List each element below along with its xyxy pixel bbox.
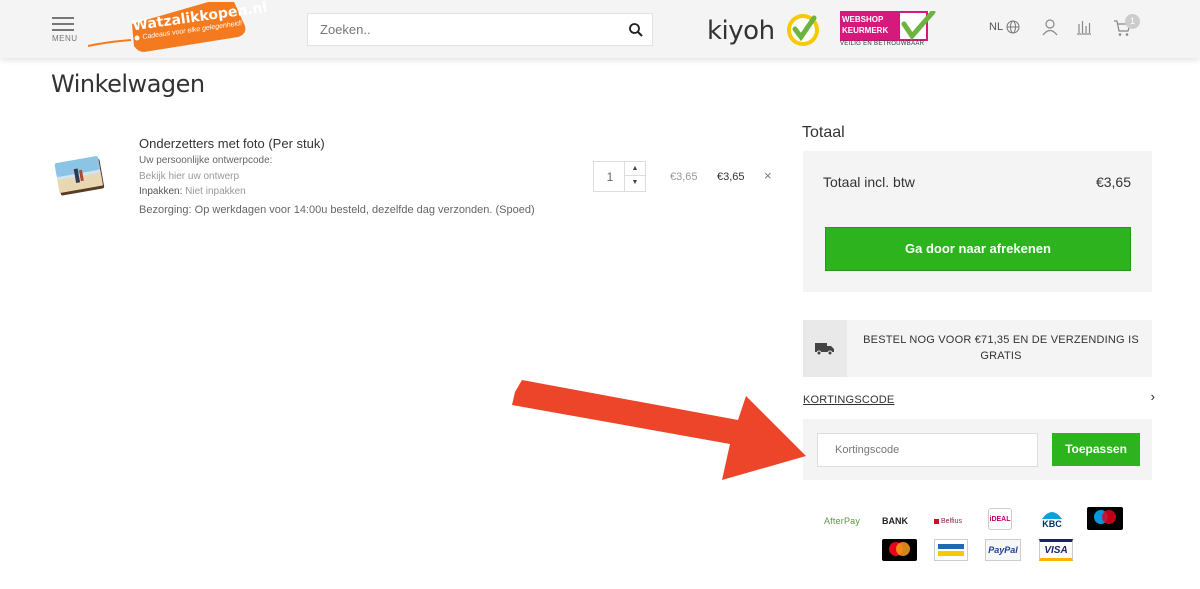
order-summary: Totaal incl. btw €3,65 Ga door naar afre… [803, 151, 1152, 292]
keurmerk-box: WEBSHOP KEURMERK [840, 11, 898, 41]
line-total: €3,65 [717, 171, 745, 183]
total-label: Totaal incl. btw [823, 174, 915, 190]
packing-label: Inpakken: [139, 186, 183, 197]
kbc-mark-icon [1042, 512, 1062, 519]
shipping-message: BESTEL NOG VOOR €71,35 EN DE VERZENDING … [863, 334, 1139, 362]
hamburger-icon-bar [52, 23, 74, 25]
visa-logo: VISA [1039, 539, 1073, 561]
design-code-label: Uw persoonlijke ontwerpcode: [139, 155, 273, 166]
total-value: €3,65 [1095, 174, 1131, 190]
kiyoh-logo-text: kiyoh [707, 16, 775, 46]
language-label: NL [989, 21, 1004, 33]
discount-code-input[interactable] [817, 433, 1038, 467]
language-selector[interactable]: NL [989, 20, 1020, 34]
mastercard-logo [882, 539, 917, 561]
discount-code-toggle[interactable]: KORTINGSCODE › [803, 389, 1155, 406]
delivery-info: Bezorging: Op werkdagen voor 14:00u best… [139, 204, 535, 216]
webshop-keurmerk-badge[interactable]: WEBSHOP KEURMERK VEILIG EN BETROUWBAAR [840, 11, 936, 51]
product-thumbnail[interactable] [52, 156, 110, 196]
quantity-increase-button[interactable]: ▲ [625, 162, 645, 176]
kbc-logo: KBC [1037, 507, 1067, 531]
search-bar [307, 13, 653, 46]
search-icon[interactable] [628, 22, 644, 38]
belfius-label: Belfius [940, 517, 962, 525]
menu-label: MENU [52, 34, 78, 43]
maestro-logo [1087, 507, 1123, 530]
site-logo[interactable]: Watzalikkopen.nl Cadeaus voor elke geleg… [86, 0, 276, 54]
bank-logo: BANK [882, 516, 908, 526]
hamburger-icon-bar [52, 29, 74, 31]
belfius-mark-icon [933, 518, 939, 524]
bancontact-mark-icon [938, 544, 964, 556]
packing-value: Niet inpakken [185, 186, 246, 197]
compare-chart-icon[interactable] [1075, 18, 1093, 36]
search-input[interactable] [308, 14, 618, 45]
truck-icon [815, 343, 834, 356]
cart-count-badge: 1 [1125, 14, 1140, 29]
free-shipping-notice: BESTEL NOG VOOR €71,35 EN DE VERZENDING … [803, 320, 1152, 377]
kbc-label: KBC [1042, 519, 1062, 529]
maestro-mark-icon [1094, 510, 1116, 524]
mastercard-mark-icon [889, 542, 910, 556]
summary-heading: Totaal [802, 124, 845, 141]
quantity-decrease-button[interactable]: ▼ [625, 176, 645, 190]
keurmerk-subtitle: VEILIG EN BETROUWBAAR [840, 41, 925, 47]
annotation-arrow-icon [512, 380, 806, 480]
truck-cell [803, 320, 847, 377]
checkout-button[interactable]: Ga door naar afrekenen [825, 227, 1131, 271]
keurmerk-line2: KEURMERK [842, 26, 889, 35]
menu-button[interactable]: MENU [52, 17, 78, 43]
remove-item-button[interactable]: × [764, 168, 772, 183]
view-design-link[interactable]: Bekijk hier uw ontwerp [139, 171, 239, 182]
account-icon[interactable] [1041, 18, 1059, 36]
product-name[interactable]: Onderzetters met foto (Per stuk) [139, 136, 325, 151]
keurmerk-line1: WEBSHOP [842, 15, 884, 24]
site-header: MENU Watzalikkopen.nl Cadeaus voor elke … [0, 0, 1200, 58]
packing-info: Inpakken: Niet inpakken [139, 186, 246, 197]
kiyoh-badge[interactable]: kiyoh [707, 10, 822, 50]
belfius-logo: Belfius [930, 510, 966, 532]
globe-icon [1006, 20, 1020, 34]
quantity-stepper: ▲ ▼ [593, 161, 646, 192]
page-title: Winkelwagen [51, 70, 205, 98]
chevron-right-icon: › [1150, 389, 1155, 404]
afterpay-logo: AfterPay [823, 516, 861, 526]
discount-toggle-label: KORTINGSCODE [803, 394, 895, 406]
discount-code-form: Toepassen [803, 419, 1152, 480]
keurmerk-check-icon [898, 11, 936, 41]
paypal-logo: PayPal [985, 539, 1021, 561]
hamburger-icon [52, 17, 74, 19]
unit-price: €3,65 [670, 171, 698, 183]
quantity-input[interactable] [594, 162, 626, 191]
kiyoh-check-icon [787, 14, 819, 46]
apply-discount-button[interactable]: Toepassen [1052, 433, 1140, 466]
ideal-logo: iDEAL [988, 508, 1012, 530]
stepper-controls: ▲ ▼ [624, 162, 645, 191]
bancontact-logo [934, 539, 968, 561]
